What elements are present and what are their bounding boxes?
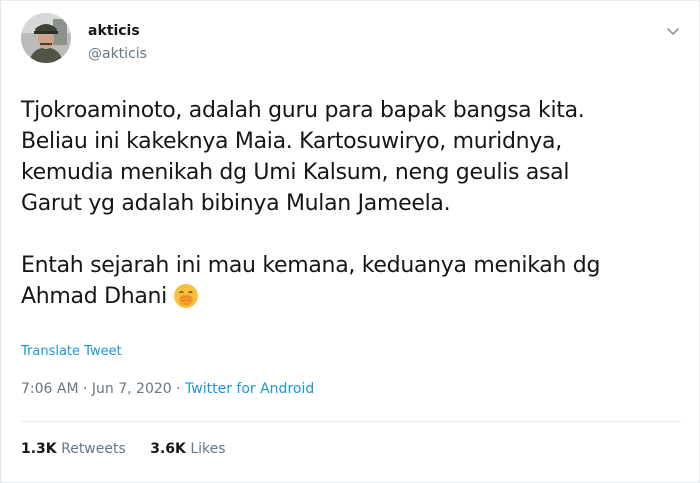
- divider: [21, 421, 681, 422]
- tweet-text-line: kemudia menikah dg Umi Kalsum, neng geul…: [21, 160, 570, 185]
- likes-stat[interactable]: 3.6K Likes: [150, 441, 225, 457]
- tweet-date[interactable]: Jun 7, 2020: [92, 381, 172, 397]
- tweet-text-line: Tjokroaminoto, adalah guru para bapak ba…: [21, 98, 585, 123]
- likes-label: Likes: [190, 441, 226, 457]
- tweet-text-line: Entah sejarah ini mau kemana, keduanya m…: [21, 253, 601, 278]
- tweet-text-line: Ahmad Dhani: [21, 281, 681, 318]
- chevron-down-icon[interactable]: [663, 21, 683, 41]
- face-with-hand-over-mouth-icon: [173, 283, 199, 318]
- tweet-text: Tjokroaminoto, adalah guru para bapak ba…: [21, 95, 681, 318]
- meta-separator: ·: [171, 381, 186, 397]
- retweets-stat[interactable]: 1.3K Retweets: [21, 441, 126, 457]
- tweet-text-line: Garut yg adalah bibinya Mulan Jameela.: [21, 191, 451, 216]
- user-handle[interactable]: @akticis: [88, 46, 147, 62]
- tweet-text-fragment: Ahmad Dhani: [21, 284, 167, 309]
- tweet-card: akticis @akticis Tjokroaminoto, adalah g…: [0, 0, 700, 483]
- paragraph-break: [21, 219, 681, 250]
- tweet-source-link[interactable]: Twitter for Android: [185, 381, 314, 397]
- translate-tweet-link[interactable]: Translate Tweet: [21, 344, 122, 359]
- retweets-label: Retweets: [61, 441, 126, 457]
- retweets-count: 1.3K: [21, 441, 57, 457]
- likes-count: 3.6K: [150, 441, 186, 457]
- tweet-text-line: Beliau ini kakeknya Maia. Kartosuwiryo, …: [21, 129, 562, 154]
- meta-separator: ·: [78, 381, 92, 397]
- tweet-stats: 1.3K Retweets 3.6K Likes: [21, 441, 246, 457]
- display-name[interactable]: akticis: [88, 23, 140, 39]
- tweet-meta: 7:06 AM · Jun 7, 2020 · Twitter for Andr…: [21, 381, 314, 397]
- tweet-time[interactable]: 7:06 AM: [21, 381, 79, 397]
- avatar[interactable]: [21, 13, 71, 63]
- avatar-portrait-icon: [21, 13, 71, 63]
